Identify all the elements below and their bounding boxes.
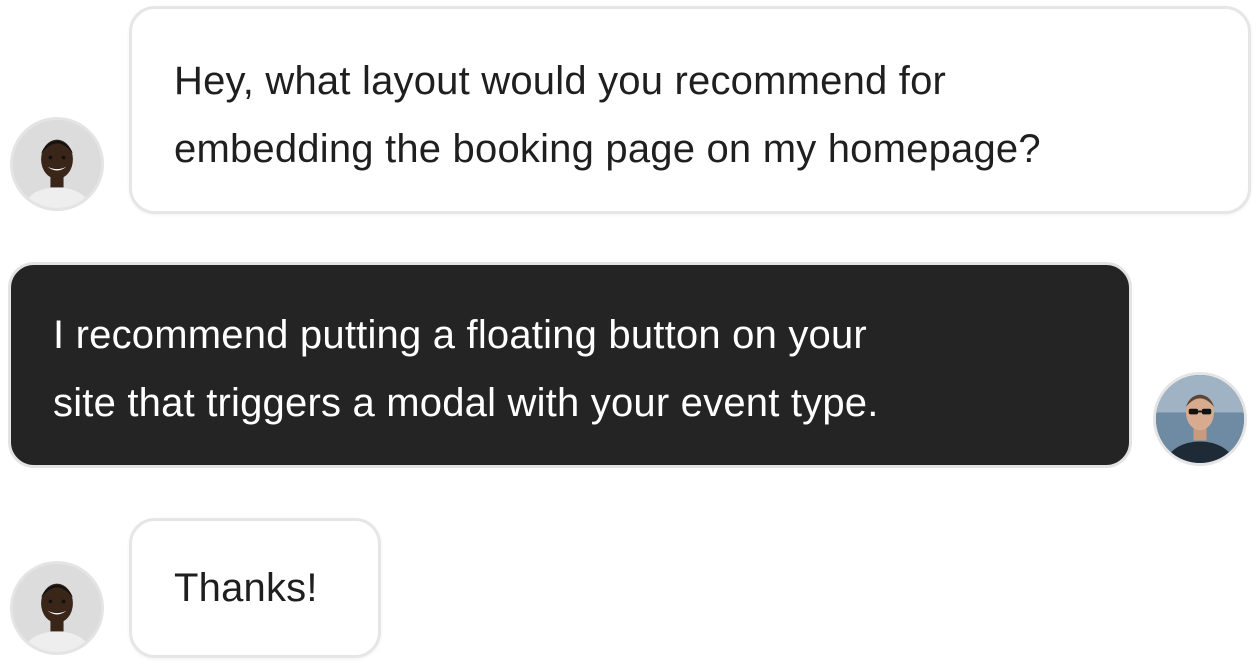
agent-avatar	[1153, 372, 1247, 466]
user-avatar	[10, 561, 104, 655]
message-text-line: site that triggers a modal with your eve…	[53, 381, 879, 425]
user-avatar	[10, 117, 104, 211]
incoming-message: Hey, what layout would you recommend for…	[129, 6, 1251, 214]
incoming-message: Thanks!	[129, 518, 381, 658]
user-avatar-image	[13, 564, 101, 652]
message-text-line: Hey, what layout would you recommend for	[174, 59, 947, 103]
message-text-line: embedding the booking page on my homepag…	[174, 127, 1041, 171]
message-text-line: Thanks!	[174, 566, 318, 610]
message-text-line: I recommend putting a floating button on…	[53, 313, 867, 357]
agent-avatar-image	[1156, 375, 1244, 463]
outgoing-message: I recommend putting a floating button on…	[8, 262, 1132, 468]
user-avatar-image	[13, 120, 101, 208]
